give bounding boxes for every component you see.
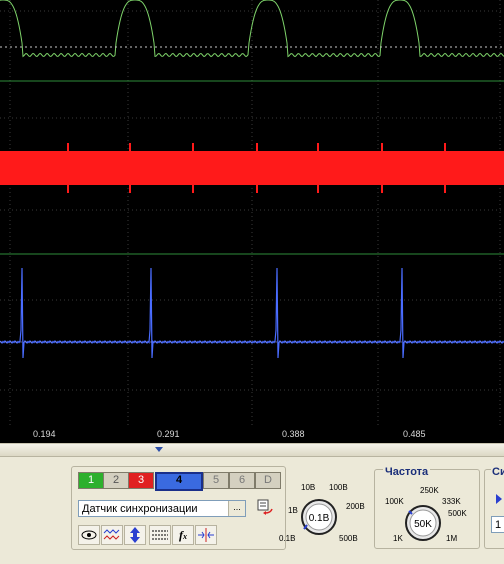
- channel-6-button[interactable]: 6: [229, 472, 255, 489]
- amplitude-label: 100В: [329, 483, 348, 492]
- eye-icon[interactable]: [78, 525, 100, 545]
- control-panel: 1 2 3 4 5 6 D Датчик синхронизации ... f…: [0, 443, 504, 564]
- arrow-icon[interactable]: [494, 492, 504, 504]
- wave-icon[interactable]: [101, 525, 123, 545]
- amplitude-label: 10В: [301, 483, 316, 492]
- frequency-label: 1K: [393, 534, 403, 543]
- sync-title: Си: [491, 466, 504, 478]
- channel-2-band: [0, 151, 504, 185]
- amplitude-label: 1В: [288, 506, 298, 515]
- time-tick: 0.388: [282, 429, 305, 439]
- sensor-settings-icon[interactable]: [255, 498, 277, 518]
- oscilloscope-display[interactable]: [0, 0, 504, 443]
- frequency-label: 500K: [448, 509, 467, 518]
- frequency-label: 333K: [442, 497, 461, 506]
- sensor-select[interactable]: Датчик синхронизации ...: [78, 500, 246, 517]
- sensor-browse-button[interactable]: ...: [228, 501, 245, 516]
- frequency-label: 250K: [420, 486, 439, 495]
- sync-icon[interactable]: [195, 525, 217, 545]
- amplitude-label: 200В: [346, 502, 365, 511]
- frequency-label: 1M: [446, 534, 458, 543]
- time-tick: 0.485: [403, 429, 426, 439]
- scroll-strip[interactable]: [0, 444, 504, 457]
- amplitude-knob[interactable]: 0.1В: [301, 499, 337, 535]
- channel-2-button[interactable]: 2: [103, 472, 129, 489]
- time-axis: 0.194 0.291 0.388 0.485: [0, 428, 504, 443]
- sync-value-field[interactable]: 1: [491, 516, 504, 533]
- frequency-value: 50K: [414, 519, 432, 530]
- updown-icon[interactable]: [124, 525, 146, 545]
- channel-group: 1 2 3 4 5 6 D Датчик синхронизации ... f…: [71, 466, 286, 550]
- sync-group: Си 1: [484, 466, 504, 549]
- amplitude-knob-group: 10В 100В 1В 200В 0.1В 500В 0.1В: [278, 480, 365, 554]
- channel-5-button[interactable]: 5: [203, 472, 229, 489]
- time-tick: 0.194: [33, 429, 56, 439]
- amplitude-value: 0.1В: [309, 513, 330, 524]
- amplitude-label: 0.1В: [279, 534, 296, 543]
- amplitude-label: 500В: [339, 534, 358, 543]
- position-marker-icon[interactable]: [155, 447, 163, 452]
- lines-icon[interactable]: [149, 525, 171, 545]
- function-icon[interactable]: fx: [172, 525, 194, 545]
- frequency-group: Частота 250K 100K 333K 500K 1K 1M 50K: [374, 466, 480, 549]
- sensor-select-value: Датчик синхронизации: [82, 503, 198, 515]
- channel-1-button[interactable]: 1: [78, 472, 104, 489]
- channel-4-button[interactable]: 4: [155, 472, 203, 491]
- time-tick: 0.291: [157, 429, 180, 439]
- frequency-title: Частота: [383, 466, 431, 478]
- channel-3-button[interactable]: 3: [128, 472, 154, 489]
- frequency-knob[interactable]: 50K: [405, 505, 441, 541]
- frequency-label: 100K: [385, 497, 404, 506]
